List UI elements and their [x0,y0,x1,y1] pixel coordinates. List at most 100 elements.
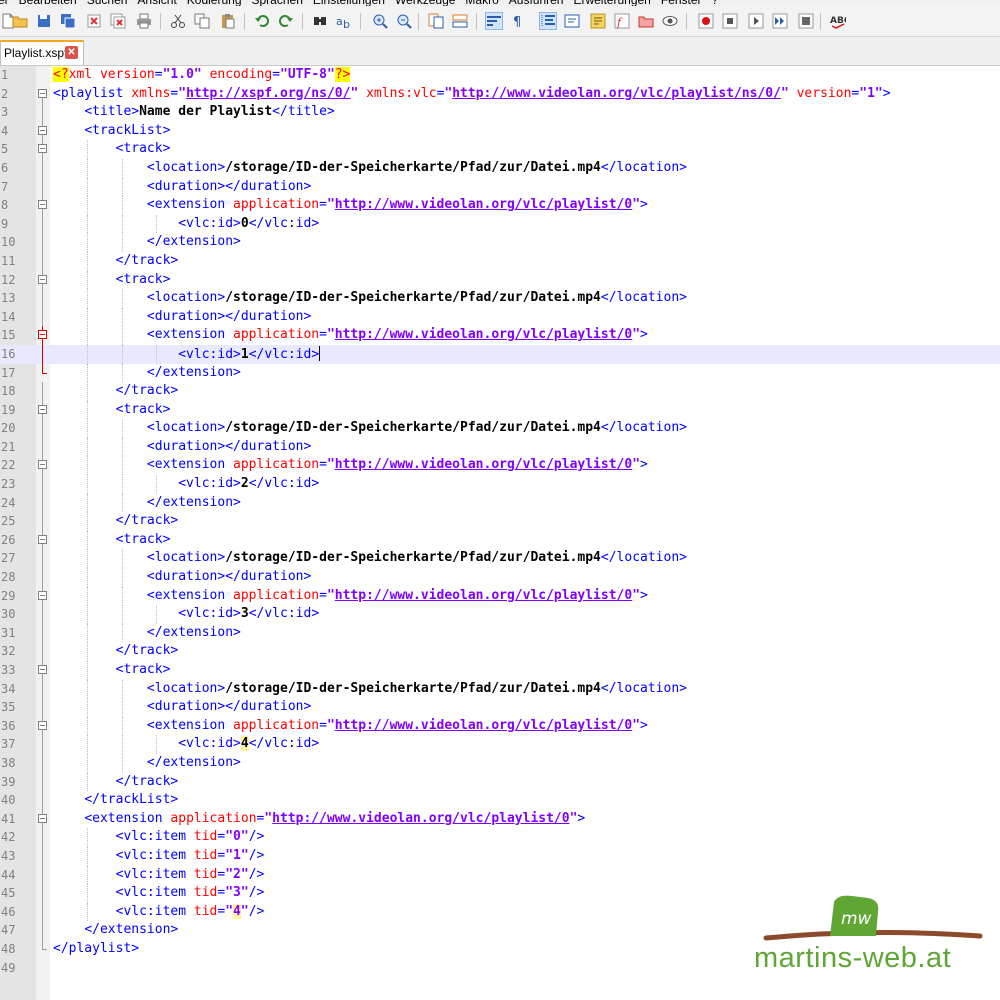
close-icon[interactable] [86,13,102,29]
fold-toggle-icon[interactable] [38,330,47,340]
code-line[interactable]: 22 <extension application="http://www.vi… [0,456,1000,476]
stop-recording-icon[interactable] [722,13,738,29]
code-line[interactable]: 42 <vlc:item tid="0"/> [0,828,1000,847]
code-line[interactable]: 23 <vlc:id>2</vlc:id> [0,475,1000,494]
code-line[interactable]: 31 </extension> [0,623,1000,643]
code-line[interactable]: 35 <duration></duration> [0,698,1000,717]
monitoring-icon[interactable] [662,13,678,29]
code-line[interactable]: 36 <extension application="http://www.vi… [0,716,1000,736]
code-line[interactable]: 25 </track> [0,512,1000,531]
fold-line [42,698,43,717]
sync-vertical-icon[interactable] [428,13,444,29]
indent-guide-icon[interactable] [539,12,557,30]
code-line[interactable]: 7 <duration></duration> [0,177,1000,197]
code-line[interactable]: 43 <vlc:item tid="1"/> [0,846,1000,866]
code-line[interactable]: 19 <track> [0,400,1000,420]
code-line[interactable]: 32 </track> [0,642,1000,661]
tab-playlist-xspf[interactable]: Playlist.xspf ✕ [0,40,84,65]
code-line[interactable]: 34 <location>/storage/ID-der-Speicherkar… [0,679,1000,699]
find-icon[interactable] [312,13,328,29]
code-line[interactable]: 6 <location>/storage/ID-der-Speicherkart… [0,158,1000,178]
play-macro-icon[interactable] [748,13,764,29]
code-line[interactable]: 9 <vlc:id>0</vlc:id> [0,214,1000,234]
code-text: <vlc:id>0</vlc:id> [178,215,320,231]
code-line[interactable]: 15 <extension application="http://www.vi… [0,326,1000,346]
open-file-icon[interactable] [12,13,28,29]
code-line[interactable]: 20 <location>/storage/ID-der-Speicherkar… [0,419,1000,438]
sync-horizontal-icon[interactable] [452,13,468,29]
fold-toggle-icon[interactable] [38,460,47,470]
code-line[interactable]: 3 <title>Name der Playlist</title> [0,103,1000,122]
code-line[interactable]: 21 <duration></duration> [0,437,1000,457]
code-line[interactable]: 12 <track> [0,270,1000,290]
line-number: 25 [1,514,16,529]
fold-toggle-icon[interactable] [38,88,47,98]
code-line[interactable]: 29 <extension application="http://www.vi… [0,586,1000,606]
code-text: <duration></duration> [146,699,312,715]
code-line[interactable]: 24 </extension> [0,493,1000,513]
fold-toggle-icon[interactable] [38,534,47,544]
code-line[interactable]: 2 <playlist xmlns="http://xspf.org/ns/0/"… [0,85,1000,104]
code-line[interactable]: 1 <?xml version="1.0" encoding="UTF-8"?> [0,66,1000,85]
run-macro-multiple-icon[interactable] [772,13,788,29]
code-line[interactable]: 13 <location>/storage/ID-der-Speicherkar… [0,289,1000,308]
undo-icon[interactable] [254,13,270,29]
code-line[interactable]: 44 <vlc:item tid="2"/> [0,865,1000,885]
print-icon[interactable] [136,13,152,29]
copy-icon[interactable] [194,13,210,29]
word-wrap-icon[interactable] [485,12,503,30]
close-all-icon[interactable] [110,13,126,29]
code-text: </extension> [146,234,241,250]
zoom-out-icon[interactable] [396,13,412,29]
code-line[interactable]: 37 <vlc:id>4</vlc:id> [0,735,1000,754]
fold-toggle-icon[interactable] [38,274,47,284]
code-line[interactable]: 11 </track> [0,251,1000,271]
code-line[interactable]: 28 <duration></duration> [0,568,1000,587]
code-line[interactable]: 10 </extension> [0,233,1000,252]
cut-icon[interactable] [170,13,186,29]
document-map-icon[interactable] [590,13,606,29]
code-line[interactable]: 4 <trackList> [0,121,1000,141]
code-editor[interactable]: 1 <?xml version="1.0" encoding="UTF-8"?> 2… [0,66,1000,1000]
record-macro-icon[interactable] [698,13,714,29]
fold-toggle-icon[interactable] [38,404,47,414]
code-line[interactable]: 33 <track> [0,661,1000,680]
code-line[interactable]: 5 <track> [0,140,1000,160]
save-icon[interactable] [36,13,52,29]
code-line[interactable]: 26 <track> [0,530,1000,550]
code-line[interactable]: 8 <extension application="http://www.vid… [0,196,1000,216]
code-line[interactable]: 16 <vlc:id>1</vlc:id> [0,344,1000,364]
code-line[interactable]: 30 <vlc:id>3</vlc:id> [0,605,1000,624]
code-line[interactable]: 40 </trackList> [0,791,1000,810]
fold-toggle-icon[interactable] [38,665,47,674]
user-defined-language-icon[interactable] [564,13,580,29]
line-number: 21 [1,439,16,454]
redo-icon[interactable] [278,13,294,29]
line-number: 5 [1,142,9,157]
replace-icon[interactable]: ab [336,13,352,29]
code-line[interactable]: 39 </track> [0,772,1000,792]
spell-check-icon[interactable]: ABC [830,13,846,29]
save-macro-icon[interactable] [798,13,814,29]
paste-icon[interactable] [220,13,236,29]
code-line[interactable]: 18 </track> [0,382,1000,401]
code-line[interactable]: 41 <extension application="http://www.vi… [0,809,1000,829]
fold-toggle-icon[interactable] [38,813,47,823]
fold-toggle-icon[interactable] [38,125,47,135]
show-all-characters-icon[interactable]: ¶ [510,13,526,29]
fold-toggle-icon[interactable] [38,200,47,210]
line-number: 48 [1,941,16,956]
zoom-in-icon[interactable] [372,13,388,29]
save-all-icon[interactable] [60,13,76,29]
folder-as-workspace-icon[interactable] [638,13,654,29]
function-list-icon[interactable]: f [614,13,630,29]
code-line[interactable]: 27 <location>/storage/ID-der-Speicherkar… [0,549,1000,569]
code-line[interactable]: 38 </extension> [0,753,1000,773]
code-line[interactable]: 17 </extension> [0,363,1000,383]
code-text: <track> [115,141,171,157]
close-tab-icon[interactable]: ✕ [65,46,78,59]
fold-toggle-icon[interactable] [38,720,47,730]
fold-toggle-icon[interactable] [38,590,47,600]
code-line[interactable]: 14 <duration></duration> [0,307,1000,327]
fold-toggle-icon[interactable] [38,144,47,154]
